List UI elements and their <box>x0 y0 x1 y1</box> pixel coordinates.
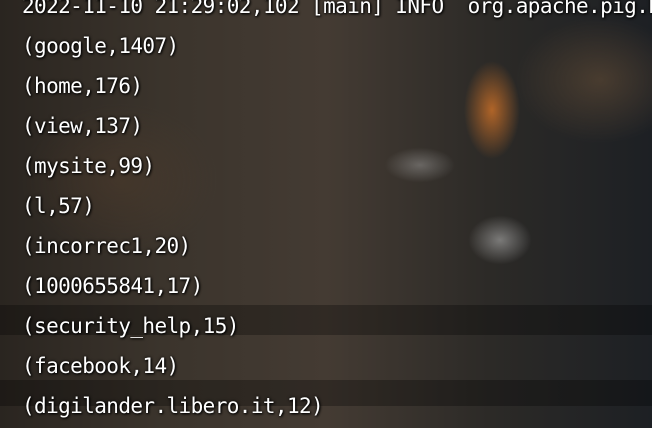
output-line-incorrec1: (incorrec1,20) <box>22 234 191 258</box>
output-line-view: (view,137) <box>22 114 143 138</box>
output-line-home: (home,176) <box>22 74 143 98</box>
terminal-header-line: 2022-11-10 21:29:02,102 [main] INFO org.… <box>22 0 652 18</box>
output-line-security-help: (security_help,15) <box>22 314 239 338</box>
output-line-digilander: (digilander.libero.it,12) <box>22 394 324 418</box>
output-line-1000655841: (1000655841,17) <box>22 274 203 298</box>
output-line-l: (l,57) <box>22 194 95 218</box>
output-line-facebook: (facebook,14) <box>22 354 179 378</box>
output-line-google: (google,1407) <box>22 34 179 58</box>
terminal-output: 2022-11-10 21:29:02,102 [main] INFO org.… <box>22 0 652 426</box>
output-line-mysite: (mysite,99) <box>22 154 155 178</box>
